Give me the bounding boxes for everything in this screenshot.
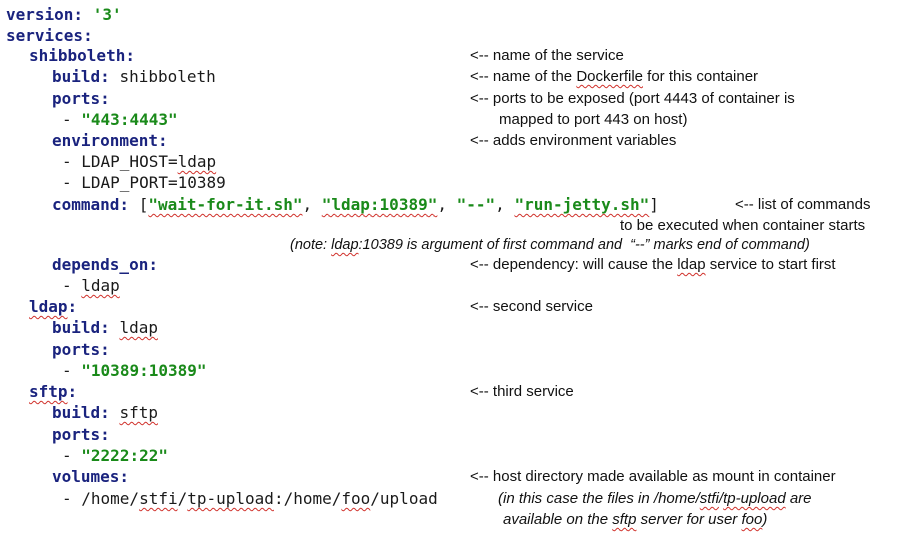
note-volumes-detail-2: available on the sftp server for user fo… (503, 511, 768, 528)
yaml-line-sftp: sftp: (29, 382, 78, 401)
note-volumes-detail-1: (in this case the files in /home/stfi/tp… (498, 490, 812, 507)
yaml-line-volume-item: - /home/stfi/tp-upload:/home/foo/upload (62, 489, 438, 508)
note-second-service: <-- second service (470, 298, 593, 315)
note-volumes: <-- host directory made available as mou… (470, 468, 836, 485)
yaml-line-ldap-ports: ports: (52, 340, 110, 359)
yaml-line-ldap-port-item: - "10389:10389" (62, 361, 207, 380)
yaml-line-volumes: volumes: (52, 467, 130, 486)
note-ports-cont: mapped to port 443 on host) (499, 111, 688, 128)
yaml-line-sftp-ports: ports: (52, 425, 110, 444)
note-service-name: <-- name of the service (470, 47, 624, 64)
yaml-line-ldap: ldap: (29, 297, 78, 316)
yaml-line-shib-port-item: - "443:4443" (62, 110, 178, 129)
yaml-line-depends-item: - ldap (62, 276, 120, 295)
yaml-line-depends-on: depends_on: (52, 255, 158, 274)
yaml-line-sftp-build: build: sftp (52, 403, 158, 422)
note-ports: <-- ports to be exposed (port 4443 of co… (470, 90, 795, 107)
note-commands-cont: to be executed when container starts (620, 217, 866, 234)
yaml-line-ldap-build: build: ldap (52, 318, 158, 337)
note-dependency: <-- dependency: will cause the ldap serv… (470, 256, 836, 273)
note-third-service: <-- third service (470, 383, 574, 400)
yaml-line-environment: environment: (52, 131, 168, 150)
yaml-line-shib-ports: ports: (52, 89, 110, 108)
yaml-line-shibboleth: shibboleth: (29, 46, 135, 65)
yaml-line-sftp-port-item: - "2222:22" (62, 446, 168, 465)
yaml-line-command: command: ["wait-for-it.sh", "ldap:10389"… (52, 195, 659, 214)
note-command-explanation: (note: ldap:10389 is argument of first c… (290, 237, 810, 253)
yaml-line-env-1: - LDAP_HOST=ldap (62, 152, 217, 171)
yaml-line-env-2: - LDAP_PORT=10389 (62, 173, 226, 192)
yaml-line-shib-build: build: shibboleth (52, 67, 216, 86)
note-commands: <-- list of commands (735, 196, 871, 213)
yaml-line-services: services: (6, 26, 93, 45)
note-environment: <-- adds environment variables (470, 132, 677, 149)
note-dockerfile: <-- name of the Dockerfile for this cont… (470, 68, 759, 85)
yaml-line-version: version: '3' (6, 5, 122, 24)
